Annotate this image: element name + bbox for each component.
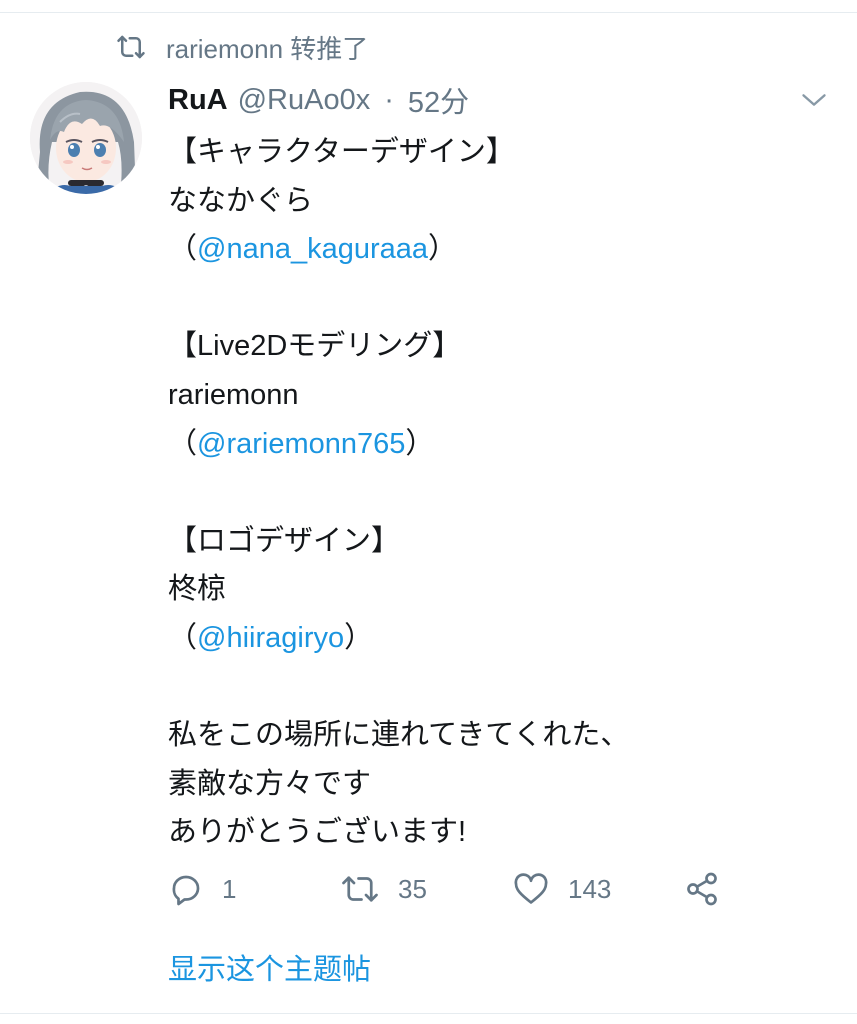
text-line: ななかぐら — [168, 184, 314, 217]
text-line: rariemonn — [168, 378, 299, 411]
retweet-button[interactable]: 35 — [340, 866, 427, 912]
mention-link[interactable]: @rariemonn765 — [197, 428, 405, 460]
retweet-icon — [340, 871, 380, 907]
heart-icon — [512, 871, 550, 907]
text-line: 【キャラクターデザイン】 — [168, 136, 515, 168]
mention-link[interactable]: @nana_kaguraaa — [197, 233, 428, 265]
text-line: 柊椋 — [168, 573, 227, 606]
reply-count: 1 — [222, 873, 237, 904]
author-name[interactable]: RuA — [168, 84, 228, 117]
text-line: 素敵な方々です — [168, 767, 372, 800]
chevron-down-icon[interactable] — [800, 86, 828, 114]
retweet-icon — [116, 32, 146, 62]
reply-button[interactable]: 1 — [168, 866, 236, 912]
top-divider — [0, 12, 857, 13]
paren-open: （ — [168, 427, 198, 460]
text-line: 【ロゴデザイン】 — [168, 524, 401, 557]
show-thread-link[interactable]: 显示这个主题帖 — [168, 946, 371, 988]
retweeter-label: rariemonn 转推了 — [166, 33, 369, 64]
tweet-actions: 1 35 143 — [168, 866, 748, 912]
text-line: （@rariemonn765） — [168, 420, 828, 469]
tweet-text: 【キャラクターデザイン】 ななかぐら （@nana_kaguraaa） 【Liv… — [168, 128, 828, 857]
text-line: ありがとうございます! — [168, 816, 467, 849]
paren-close: ） — [344, 621, 374, 654]
reply-icon — [168, 871, 204, 907]
text-line: （@hiiragiryo） — [168, 614, 828, 663]
avatar[interactable] — [30, 82, 142, 194]
mention-link[interactable]: @hiiragiryo — [197, 622, 344, 654]
paren-open: （ — [168, 233, 198, 266]
separator-dot: · — [384, 83, 394, 116]
tweet-timestamp[interactable]: 52分 — [408, 79, 469, 121]
share-icon — [684, 871, 720, 907]
text-line: 私をこの場所に連れてきてくれた、 — [168, 719, 630, 752]
paren-close: ） — [405, 427, 435, 460]
bottom-divider — [0, 1013, 857, 1014]
paren-open: （ — [168, 621, 198, 654]
paren-close: ） — [428, 233, 458, 266]
text-line: 【Live2Dモデリング】 — [168, 330, 462, 363]
text-line: （@nana_kaguraaa） — [168, 225, 828, 274]
share-button[interactable] — [684, 866, 720, 912]
like-count: 143 — [568, 873, 612, 904]
retweet-count: 35 — [398, 873, 427, 904]
like-button[interactable]: 143 — [512, 866, 611, 912]
tweet-header: RuA @RuAo0x · 52分 — [168, 80, 469, 120]
author-handle[interactable]: @RuAo0x — [238, 84, 371, 117]
retweet-context[interactable]: rariemonn 转推了 — [116, 30, 368, 64]
